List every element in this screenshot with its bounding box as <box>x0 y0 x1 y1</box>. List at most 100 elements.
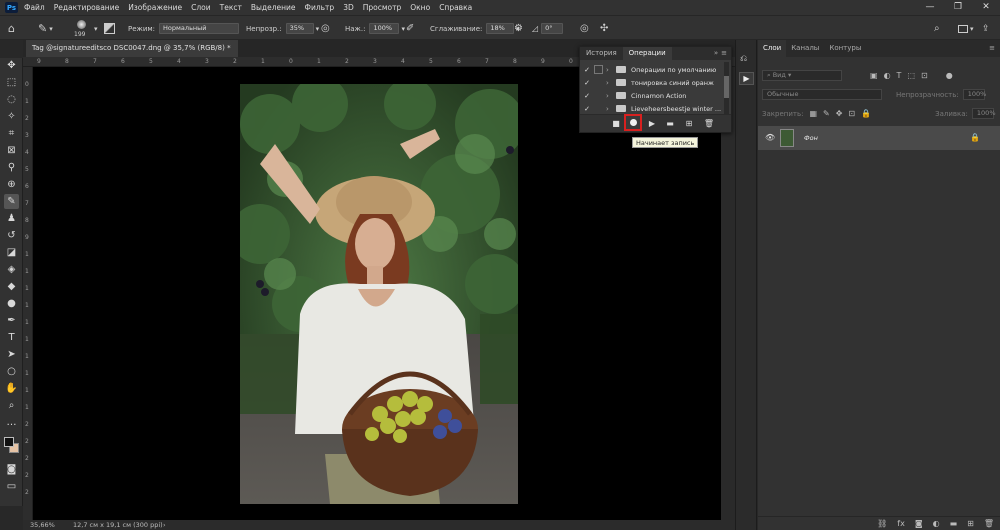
tab-paths[interactable]: Контуры <box>824 40 866 57</box>
dodge-tool-icon[interactable]: ● <box>4 296 19 311</box>
filter-adjustment-icon[interactable]: ◐ <box>884 71 891 80</box>
toggle-checkmark-icon[interactable]: ✓ <box>580 66 594 74</box>
new-action-icon[interactable]: ⊞ <box>683 118 695 130</box>
canvas-scrollbar[interactable] <box>721 67 735 520</box>
dialog-toggle-box[interactable] <box>594 65 603 74</box>
actions-panel-icon[interactable]: ▶ <box>739 72 754 85</box>
action-set-row[interactable]: ✓ › Операции по умолчанию <box>580 63 726 76</box>
share-icon[interactable]: ⇪ <box>982 16 990 41</box>
zoom-level[interactable]: 35,66% <box>30 520 55 530</box>
menu-filter[interactable]: Фильтр <box>305 3 335 12</box>
lock-position-icon[interactable]: ✥ <box>836 109 843 118</box>
blur-tool-icon[interactable]: ◆ <box>4 279 19 294</box>
new-layer-icon[interactable]: ⊞ <box>967 519 974 528</box>
path-selection-tool-icon[interactable]: ➤ <box>4 347 19 362</box>
lasso-tool-icon[interactable]: ◌ <box>4 92 19 107</box>
home-icon[interactable]: ⌂ <box>8 16 15 41</box>
layer-style-icon[interactable]: fx <box>897 519 905 528</box>
menu-image[interactable]: Изображение <box>128 3 182 12</box>
screen-mode-icon[interactable]: ▭ <box>4 479 19 494</box>
add-mask-icon[interactable]: ◙ <box>915 519 923 528</box>
dialog-toggle-box[interactable] <box>594 91 603 100</box>
expand-arrow-icon[interactable]: › <box>606 92 616 100</box>
toggle-checkmark-icon[interactable]: ✓ <box>580 92 594 100</box>
adjustment-layer-icon[interactable]: ◐ <box>933 519 940 528</box>
magic-wand-tool-icon[interactable]: ✧ <box>4 109 19 124</box>
menu-select[interactable]: Выделение <box>251 3 296 12</box>
lock-all-icon[interactable]: 🔒 <box>861 109 871 118</box>
toggle-checkmark-icon[interactable]: ✓ <box>580 79 594 87</box>
menu-file[interactable]: Файл <box>24 3 45 12</box>
dialog-toggle-box[interactable] <box>594 78 603 87</box>
lock-image-icon[interactable]: ✎ <box>823 109 830 118</box>
history-brush-tool-icon[interactable]: ↺ <box>4 228 19 243</box>
healing-brush-tool-icon[interactable]: ⊕ <box>4 177 19 192</box>
collapse-panel-icon[interactable]: » <box>714 47 721 60</box>
color-swatches[interactable] <box>3 433 20 457</box>
smoothing-field[interactable]: 18% <box>486 23 515 34</box>
dialog-toggle-box[interactable] <box>594 104 603 113</box>
workspace-icon[interactable]: ▾ <box>958 16 974 41</box>
layer-row[interactable]: 👁 Фон 🔒 <box>758 126 1000 150</box>
lock-artboard-icon[interactable]: ⊡ <box>848 109 855 118</box>
symmetry-icon[interactable]: ✣ <box>600 16 608 41</box>
frame-tool-icon[interactable]: ⊠ <box>4 143 19 158</box>
eyedropper-tool-icon[interactable]: ⚲ <box>4 160 19 175</box>
blend-mode-select[interactable]: Обычные <box>762 89 882 100</box>
status-chevron-icon[interactable]: › <box>163 520 166 530</box>
filter-toggle-icon[interactable]: ● <box>946 71 953 80</box>
tab-layers[interactable]: Слои <box>758 40 787 57</box>
airbrush-icon[interactable]: ✐ <box>406 16 414 41</box>
fill-field[interactable]: 100% <box>971 108 996 119</box>
tab-actions[interactable]: Операции <box>622 47 672 60</box>
minimize-button[interactable]: — <box>916 0 944 15</box>
panel-menu-icon[interactable]: ≡ <box>989 40 1000 57</box>
link-layers-icon[interactable]: ⛓ <box>877 519 887 528</box>
document-image[interactable] <box>240 84 518 504</box>
paint-bucket-tool-icon[interactable]: ◈ <box>4 262 19 277</box>
layer-lock-icon[interactable]: 🔒 <box>970 133 980 142</box>
layer-name[interactable]: Фон <box>804 134 818 142</box>
flow-field[interactable]: 100% <box>369 23 400 34</box>
hand-tool-icon[interactable]: ✋ <box>4 381 19 396</box>
actions-scroll-thumb[interactable] <box>724 76 729 98</box>
close-window-button[interactable]: ✕ <box>972 0 1000 15</box>
play-button-icon[interactable]: ▶ <box>646 118 658 130</box>
new-set-folder-icon[interactable]: ▬ <box>664 118 676 130</box>
pen-tool-icon[interactable]: ✒ <box>4 313 19 328</box>
expand-arrow-icon[interactable]: › <box>606 105 616 113</box>
menu-text[interactable]: Текст <box>220 3 242 12</box>
toggle-checkmark-icon[interactable]: ✓ <box>580 105 594 113</box>
smoothing-settings-icon[interactable]: ⚙ <box>514 16 523 41</box>
menu-layers[interactable]: Слои <box>191 3 211 12</box>
layer-opacity-field[interactable]: 100% <box>962 89 986 100</box>
action-set-row[interactable]: ✓ › Cinnamon Action <box>580 89 726 102</box>
brush-tool-icon[interactable]: ✎ ▾ <box>38 16 53 41</box>
actions-scrollbar[interactable] <box>724 62 729 114</box>
layer-filter-search[interactable]: ⌕ Вид ▾ <box>762 70 842 81</box>
panel-menu-icon[interactable]: ≡ <box>721 47 731 60</box>
mode-select[interactable]: Нормальный <box>159 23 240 34</box>
stop-button-icon[interactable]: ■ <box>610 118 622 130</box>
history-panel-icon[interactable]: ⎌ <box>740 54 747 64</box>
document-tab[interactable]: Tag @signatureeditsco DSC0047.dng @ 35,7… <box>26 40 238 69</box>
menu-3d[interactable]: 3D <box>343 3 354 12</box>
filter-smart-icon[interactable]: ⊡ <box>921 71 928 80</box>
brush-preset-picker[interactable]: 199 ▾ <box>72 16 98 41</box>
pressure-size-icon[interactable]: ◎ <box>580 16 589 41</box>
tab-channels[interactable]: Каналы <box>786 40 824 57</box>
lock-transparent-icon[interactable]: ▦ <box>809 109 817 118</box>
angle-field[interactable]: 0° <box>541 23 564 34</box>
visibility-eye-icon[interactable]: 👁 <box>765 133 775 142</box>
expand-arrow-icon[interactable]: › <box>606 79 616 87</box>
quick-mask-icon[interactable]: ◙ <box>4 462 19 477</box>
clone-stamp-tool-icon[interactable]: ♟ <box>4 211 19 226</box>
record-button[interactable] <box>624 114 642 131</box>
marquee-tool-icon[interactable]: ⬚ <box>4 75 19 90</box>
filter-type-icon[interactable]: T <box>897 71 902 80</box>
delete-action-icon[interactable]: 🗑 <box>703 118 715 130</box>
brush-tool-icon-active[interactable]: ✎ <box>4 194 19 209</box>
brush-settings-icon[interactable] <box>104 16 115 41</box>
maximize-button[interactable]: ❐ <box>944 0 972 15</box>
delete-layer-icon[interactable]: 🗑 <box>984 519 994 528</box>
